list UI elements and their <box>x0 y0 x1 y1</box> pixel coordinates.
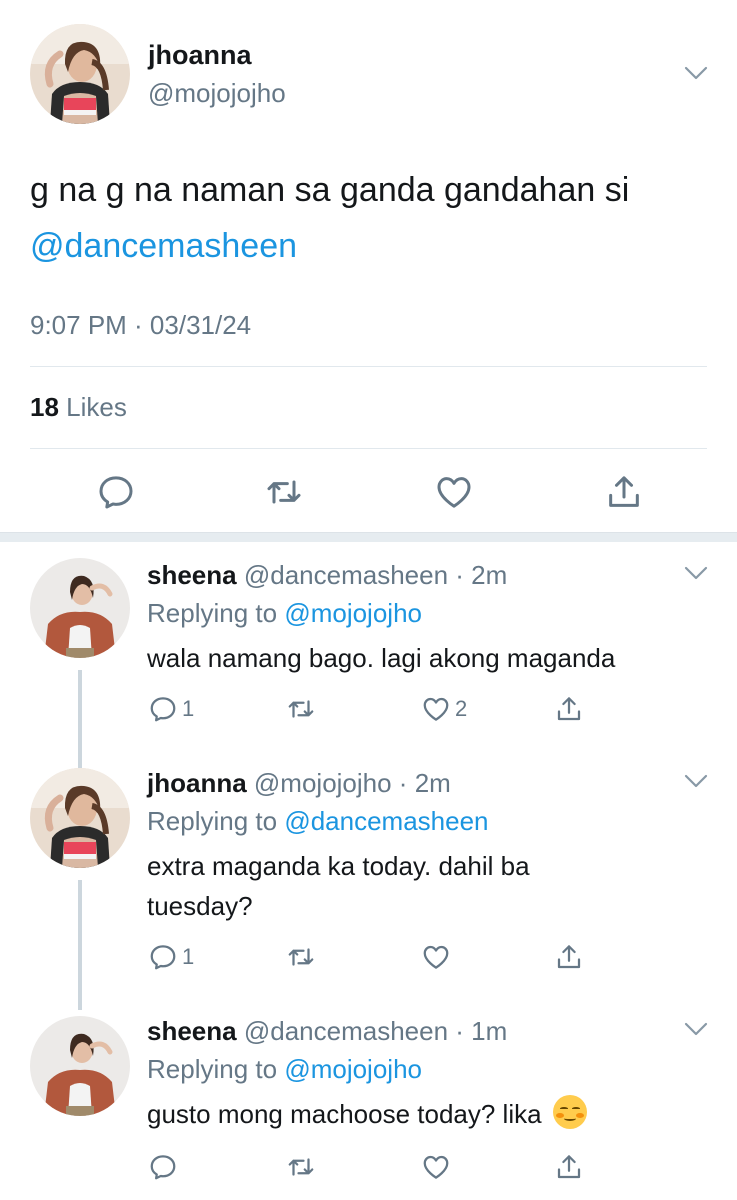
thread-line <box>78 670 82 760</box>
reply-text: wala namang bago. lagi akong maganda <box>147 643 616 673</box>
reply-text: gusto mong machoose today? lika <box>147 1094 707 1134</box>
reply-header: jhoanna @mojojojho · 2m <box>147 768 451 799</box>
author-handle[interactable]: @mojojojho <box>148 78 286 109</box>
mention-link[interactable]: @mojojojho <box>284 598 422 628</box>
share-action[interactable] <box>554 940 584 974</box>
like-action[interactable]: 2 <box>421 692 467 726</box>
like-icon <box>423 697 449 721</box>
retweet-action[interactable] <box>286 940 316 974</box>
replying-label: Replying to <box>147 598 278 628</box>
likes-label: Likes <box>66 392 127 422</box>
author-name[interactable]: jhoanna <box>148 40 252 71</box>
tweet-text-body: g na g na naman sa ganda gandahan si <box>30 171 630 209</box>
like-action[interactable] <box>421 1150 451 1184</box>
author-name[interactable]: jhoanna <box>147 768 247 798</box>
author-handle-time[interactable]: @mojojojho · 2m <box>254 768 451 798</box>
tweet-timestamp[interactable]: 9:07 PM · 03/31/24 <box>30 310 251 341</box>
likes-stat[interactable]: 18 Likes <box>30 392 127 423</box>
relieved-face-emoji <box>552 1095 587 1129</box>
mention-link[interactable]: @dancemasheen <box>30 227 297 265</box>
like-icon <box>423 1155 449 1179</box>
chevron-down-icon[interactable] <box>684 774 708 788</box>
replying-label: Replying to <box>147 806 278 836</box>
retweet-icon <box>288 1158 314 1176</box>
thread-line <box>78 880 82 1010</box>
share-icon <box>557 945 581 969</box>
like-count: 2 <box>455 696 468 721</box>
tweet-text: g na g na naman sa ganda gandahan si @da… <box>30 162 710 274</box>
mention-link[interactable]: @mojojojho <box>284 1054 422 1084</box>
reply-icon <box>150 945 176 970</box>
thread-line <box>78 760 82 768</box>
share-action[interactable] <box>554 692 584 726</box>
avatar[interactable] <box>30 1016 130 1116</box>
reply-header: sheena @dancemasheen · 1m <box>147 1016 507 1047</box>
reply-icon <box>150 697 176 722</box>
reply-action[interactable]: 1 <box>148 940 194 974</box>
main-tweet: jhoanna @mojojojho g na g na naman sa ga… <box>0 0 737 532</box>
reply-tweet[interactable]: sheena @dancemasheen · 2m Replying to @m… <box>0 542 737 760</box>
reply-action[interactable] <box>148 1150 178 1184</box>
like-icon <box>423 945 449 969</box>
divider <box>30 448 707 449</box>
divider <box>30 366 707 367</box>
replying-to: Replying to @dancemasheen <box>147 806 489 837</box>
reply-header: sheena @dancemasheen · 2m <box>147 560 507 591</box>
reply-text-body: gusto mong machoose today? lika <box>147 1099 542 1129</box>
avatar[interactable] <box>30 24 130 124</box>
chevron-down-icon[interactable] <box>684 66 708 80</box>
share-icon <box>557 1155 581 1179</box>
reply-tweet[interactable]: jhoanna @mojojojho · 2m Replying to @dan… <box>0 760 737 1010</box>
author-name[interactable]: sheena <box>147 1016 237 1046</box>
like-action[interactable] <box>421 940 451 974</box>
avatar[interactable] <box>30 768 130 868</box>
section-separator <box>0 532 737 542</box>
share-icon[interactable] <box>604 472 644 512</box>
reply-icon <box>150 1155 176 1180</box>
chevron-down-icon[interactable] <box>684 566 708 580</box>
reply-icon[interactable] <box>96 472 136 512</box>
reply-count: 1 <box>182 944 195 969</box>
retweet-action[interactable] <box>286 692 316 726</box>
author-name[interactable]: sheena <box>147 560 237 590</box>
avatar[interactable] <box>30 558 130 658</box>
likes-count: 18 <box>30 392 59 422</box>
chevron-down-icon[interactable] <box>684 1022 708 1036</box>
retweet-icon <box>288 700 314 718</box>
reply-text: extra maganda ka today. dahil ba tuesday… <box>147 851 530 921</box>
reply-action[interactable]: 1 <box>148 692 194 726</box>
reply-count: 1 <box>182 696 195 721</box>
share-action[interactable] <box>554 1150 584 1184</box>
retweet-icon[interactable] <box>264 472 304 512</box>
reply-tweet[interactable]: sheena @dancemasheen · 1m Replying to @m… <box>0 1010 737 1200</box>
retweet-icon <box>288 948 314 966</box>
replying-to: Replying to @mojojojho <box>147 1054 422 1085</box>
author-handle-time[interactable]: @dancemasheen · 1m <box>244 1016 507 1046</box>
replying-label: Replying to <box>147 1054 278 1084</box>
retweet-action[interactable] <box>286 1150 316 1184</box>
author-handle-time[interactable]: @dancemasheen · 2m <box>244 560 507 590</box>
replying-to: Replying to @mojojojho <box>147 598 422 629</box>
share-icon <box>557 697 581 721</box>
like-icon[interactable] <box>434 472 474 512</box>
mention-link[interactable]: @dancemasheen <box>284 806 488 836</box>
